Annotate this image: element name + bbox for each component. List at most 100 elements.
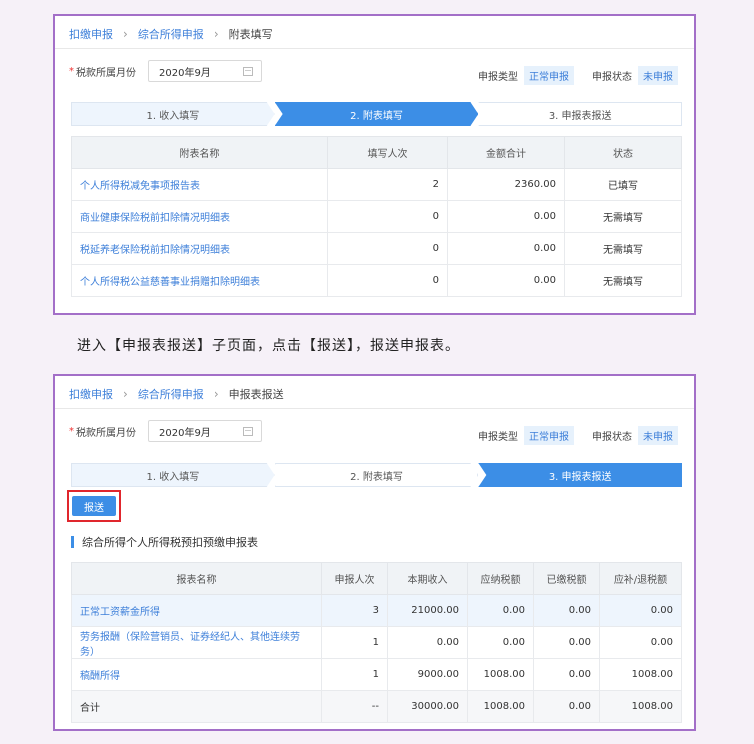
tax-month-row: * 税款所属月份 2020年9月 bbox=[69, 420, 262, 442]
current-income: 30000.00 bbox=[387, 690, 468, 723]
tax-paid: 0.00 bbox=[533, 658, 600, 691]
chevron-right-icon: › bbox=[123, 27, 128, 41]
tax-month-picker[interactable]: 2020年9月 bbox=[148, 60, 262, 82]
report-type-label: 申报类型 bbox=[478, 432, 518, 443]
step-attachment-fill[interactable]: 2. 附表填写 bbox=[275, 463, 479, 487]
table-row: 稿酬所得 1 9000.00 1008.00 0.00 1008.00 bbox=[71, 658, 682, 691]
current-income: 9000.00 bbox=[387, 658, 468, 691]
tax-paid: 0.00 bbox=[533, 690, 600, 723]
column-header: 状态 bbox=[564, 136, 682, 169]
fill-count: 0 bbox=[327, 264, 448, 297]
fill-status: 无需填写 bbox=[564, 264, 682, 297]
table-row: 个人所得税公益慈善事业捐赠扣除明细表 0 0.00 无需填写 bbox=[71, 264, 682, 297]
tax-refund-due: 0.00 bbox=[599, 594, 682, 627]
chevron-right-icon: › bbox=[213, 27, 219, 41]
tax-payable: 1008.00 bbox=[467, 690, 534, 723]
tax-payable: 1008.00 bbox=[467, 658, 534, 691]
fill-count: 0 bbox=[327, 200, 448, 233]
tax-refund-due: 1008.00 bbox=[599, 690, 682, 723]
section-title-text: 综合所得个人所得税预扣预缴申报表 bbox=[82, 536, 258, 549]
required-marker: * bbox=[69, 65, 74, 77]
tax-month-value: 2020年9月 bbox=[159, 67, 211, 79]
declare-status-row: 申报类型 正常申报 申报状态 未申报 bbox=[478, 426, 678, 445]
report-status-label: 申报状态 bbox=[592, 72, 632, 83]
fill-status: 无需填写 bbox=[564, 200, 682, 233]
step-report-submit[interactable]: 3. 申报表报送 bbox=[478, 463, 683, 487]
fill-status: 无需填写 bbox=[564, 232, 682, 265]
divider bbox=[55, 408, 694, 409]
column-header: 报表名称 bbox=[71, 562, 322, 595]
column-header: 应纳税额 bbox=[467, 562, 534, 595]
attachment-name-link[interactable]: 商业健康保险税前扣除情况明细表 bbox=[71, 200, 328, 233]
breadcrumb-withhold-declare[interactable]: 扣缴申报 bbox=[69, 386, 113, 402]
instruction-text: 进入【申报表报送】子页面，点击【报送】，报送申报表。 bbox=[77, 338, 460, 354]
declare-count: 1 bbox=[321, 658, 388, 691]
step-bar: 1. 收入填写 2. 附表填写 3. 申报表报送 bbox=[71, 463, 683, 487]
column-header: 金额合计 bbox=[447, 136, 565, 169]
tax-paid: 0.00 bbox=[533, 626, 600, 659]
step-bar: 1. 收入填写 2. 附表填写 3. 申报表报送 bbox=[71, 102, 683, 126]
amount-total: 0.00 bbox=[447, 200, 565, 233]
step-income-fill[interactable]: 1. 收入填写 bbox=[71, 463, 275, 487]
tax-paid: 0.00 bbox=[533, 594, 600, 627]
table-header-row: 附表名称 填写人次 金额合计 状态 bbox=[71, 136, 682, 169]
declare-count: -- bbox=[321, 690, 388, 723]
report-type-label: 申报类型 bbox=[478, 72, 518, 83]
amount-total: 2360.00 bbox=[447, 168, 565, 201]
submit-button[interactable]: 报送 bbox=[72, 496, 116, 516]
report-table: 报表名称 申报人次 本期收入 应纳税额 已缴税额 应补/退税额 正常工资薪金所得… bbox=[71, 562, 682, 723]
report-type-badge: 正常申报 bbox=[524, 66, 574, 85]
current-income: 0.00 bbox=[387, 626, 468, 659]
divider bbox=[55, 48, 694, 49]
report-submit-panel: 扣缴申报 › 综合所得申报 › 申报表报送 * 税款所属月份 2020年9月 申… bbox=[53, 374, 696, 731]
tax-refund-due: 1008.00 bbox=[599, 658, 682, 691]
step-attachment-fill[interactable]: 2. 附表填写 bbox=[275, 102, 479, 126]
tax-month-picker[interactable]: 2020年9月 bbox=[148, 420, 262, 442]
column-header: 应补/退税额 bbox=[599, 562, 682, 595]
fill-status: 已填写 bbox=[564, 168, 682, 201]
breadcrumb: 扣缴申报 › 综合所得申报 › 申报表报送 bbox=[69, 386, 284, 402]
table-row: 税延养老保险税前扣除情况明细表 0 0.00 无需填写 bbox=[71, 232, 682, 265]
column-header: 附表名称 bbox=[71, 136, 328, 169]
attachment-name-link[interactable]: 个人所得税公益慈善事业捐赠扣除明细表 bbox=[71, 264, 328, 297]
attachment-name-link[interactable]: 个人所得税减免事项报告表 bbox=[71, 168, 328, 201]
attachment-fill-panel: 扣缴申报 › 综合所得申报 › 附表填写 * 税款所属月份 2020年9月 申报… bbox=[53, 14, 696, 315]
tax-month-label: 税款所属月份 bbox=[76, 427, 136, 439]
breadcrumb-comprehensive-declare[interactable]: 综合所得申报 bbox=[138, 386, 204, 402]
column-header: 本期收入 bbox=[387, 562, 468, 595]
fill-count: 0 bbox=[327, 232, 448, 265]
tax-month-value: 2020年9月 bbox=[159, 427, 211, 439]
report-name-link[interactable]: 劳务报酬（保险营销员、证券经纪人、其他连续劳务） bbox=[71, 626, 322, 659]
report-status-label: 申报状态 bbox=[592, 432, 632, 443]
breadcrumb-comprehensive-declare[interactable]: 综合所得申报 bbox=[138, 26, 204, 42]
tax-payable: 0.00 bbox=[467, 626, 534, 659]
declare-status-row: 申报类型 正常申报 申报状态 未申报 bbox=[478, 66, 678, 85]
required-marker: * bbox=[69, 425, 74, 437]
submit-highlight-box: 报送 bbox=[67, 490, 121, 522]
tax-month-row: * 税款所属月份 2020年9月 bbox=[69, 60, 262, 82]
table-header-row: 报表名称 申报人次 本期收入 应纳税额 已缴税额 应补/退税额 bbox=[71, 562, 682, 595]
attachment-table: 附表名称 填写人次 金额合计 状态 个人所得税减免事项报告表 2 2360.00… bbox=[71, 136, 682, 297]
table-row: 劳务报酬（保险营销员、证券经纪人、其他连续劳务） 1 0.00 0.00 0.0… bbox=[71, 626, 682, 659]
table-row: 商业健康保险税前扣除情况明细表 0 0.00 无需填写 bbox=[71, 200, 682, 233]
report-type-badge: 正常申报 bbox=[524, 426, 574, 445]
tax-month-label: 税款所属月份 bbox=[76, 67, 136, 79]
column-header: 申报人次 bbox=[321, 562, 388, 595]
tax-refund-due: 0.00 bbox=[599, 626, 682, 659]
column-header: 已缴税额 bbox=[533, 562, 600, 595]
current-income: 21000.00 bbox=[387, 594, 468, 627]
section-accent-bar bbox=[71, 536, 74, 548]
amount-total: 0.00 bbox=[447, 232, 565, 265]
table-row: 个人所得税减免事项报告表 2 2360.00 已填写 bbox=[71, 168, 682, 201]
report-name-link[interactable]: 稿酬所得 bbox=[71, 658, 322, 691]
attachment-name-link[interactable]: 税延养老保险税前扣除情况明细表 bbox=[71, 232, 328, 265]
amount-total: 0.00 bbox=[447, 264, 565, 297]
section-title: 综合所得个人所得税预扣预缴申报表 bbox=[71, 534, 258, 550]
report-name-link[interactable]: 正常工资薪金所得 bbox=[71, 594, 322, 627]
step-income-fill[interactable]: 1. 收入填写 bbox=[71, 102, 275, 126]
breadcrumb-withhold-declare[interactable]: 扣缴申报 bbox=[69, 26, 113, 42]
step-report-submit[interactable]: 3. 申报表报送 bbox=[478, 102, 683, 126]
breadcrumb-current: 附表填写 bbox=[228, 28, 273, 41]
declare-count: 1 bbox=[321, 626, 388, 659]
report-status-badge: 未申报 bbox=[638, 426, 678, 445]
